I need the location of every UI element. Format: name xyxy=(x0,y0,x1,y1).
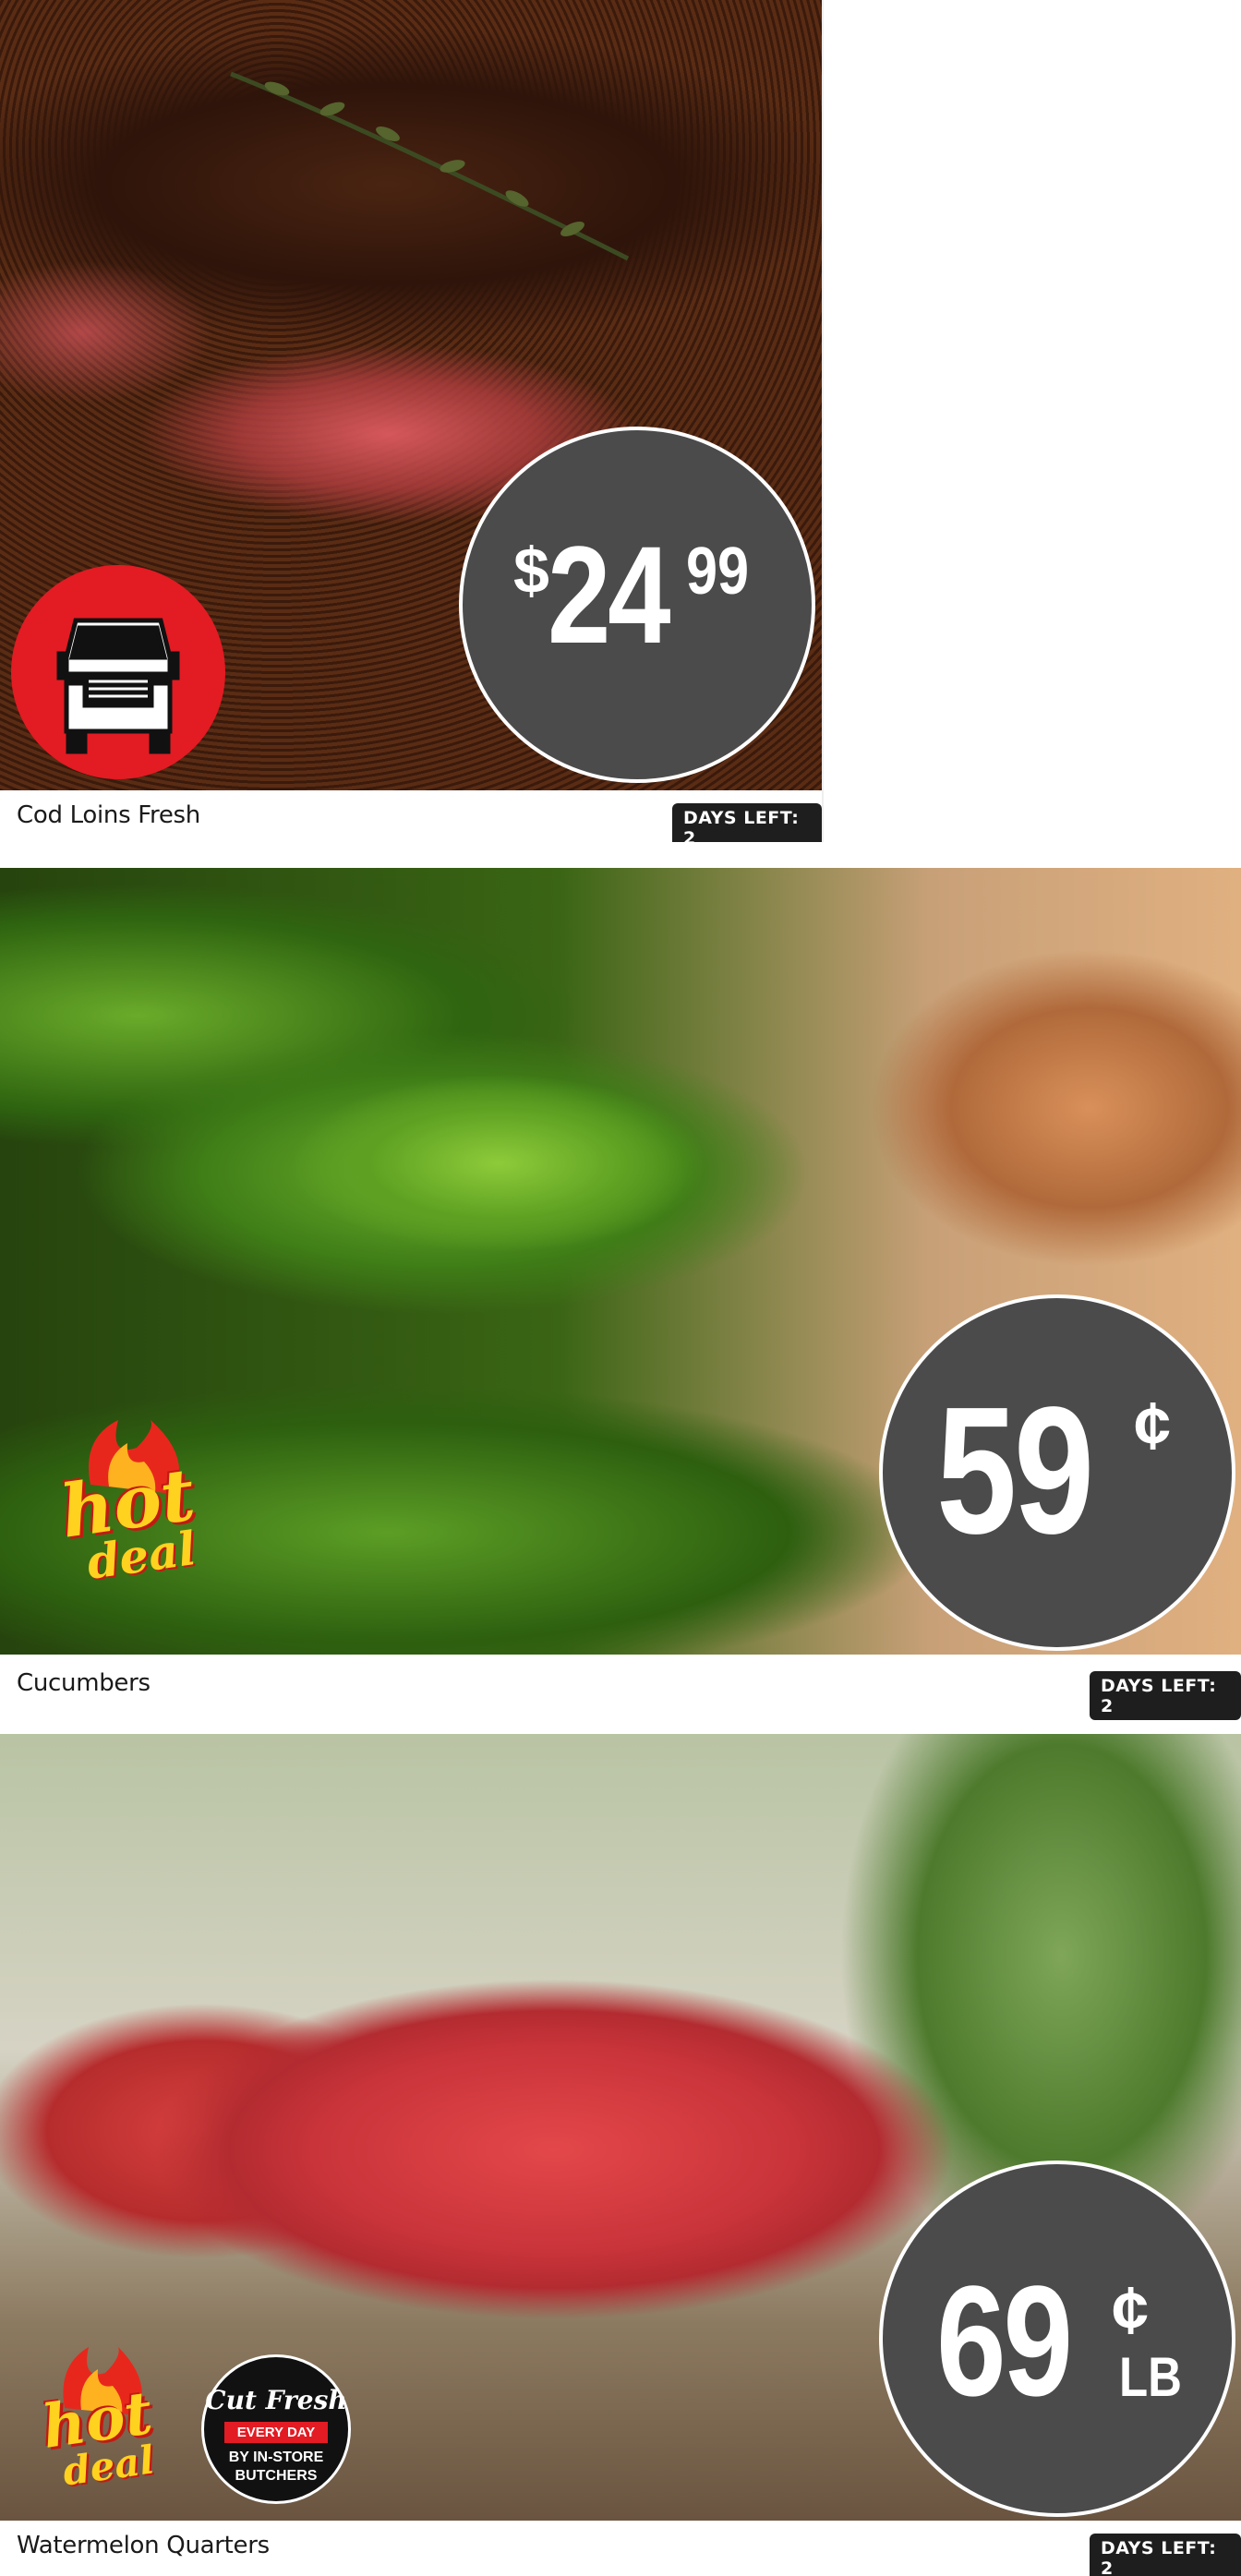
product-image[interactable]: hot deal Cut Fresh EVERY DAY BY IN-STORE… xyxy=(0,1734,1241,2521)
price-cents-sign: ¢ xyxy=(1134,1390,1172,1463)
product-image[interactable]: hot deal 59 ¢ xyxy=(0,868,1241,1655)
product-name: Watermelon Quarters xyxy=(17,2532,270,2559)
product-card-watermelon[interactable]: hot deal Cut Fresh EVERY DAY BY IN-STORE… xyxy=(0,1734,1241,2576)
product-footer: Cucumbers DAYS LEFT: 2 xyxy=(0,1655,1241,1727)
product-card-cod-loins[interactable]: $ 24 99 Cod Loins Fresh DAYS LEFT: 2 xyxy=(0,0,824,842)
price-main: 59 xyxy=(936,1369,1094,1571)
cut-fresh-badge: Cut Fresh EVERY DAY BY IN-STORE BUTCHERS xyxy=(201,2354,351,2504)
days-left-badge: DAYS LEFT: 2 xyxy=(1090,1671,1241,1720)
product-name: Cod Loins Fresh xyxy=(17,801,200,829)
product-image[interactable]: $ 24 99 xyxy=(0,0,822,790)
hot-deal-badge: hot deal xyxy=(54,1420,211,1590)
product-name: Cucumbers xyxy=(17,1669,151,1697)
truck-badge xyxy=(11,565,225,779)
truck-icon xyxy=(56,618,180,754)
cut-fresh-line1: BY IN-STORE xyxy=(228,2450,324,2465)
cut-fresh-ribbon: EVERY DAY xyxy=(224,2422,328,2443)
cut-fresh-title: Cut Fresh xyxy=(205,2385,347,2415)
price-cents: 99 xyxy=(686,535,750,608)
hot-deal-text-deal: deal xyxy=(83,1521,199,1590)
product-card-cucumbers[interactable]: hot deal 59 ¢ Cucumbers DAYS LEFT: 2 xyxy=(0,868,1241,1727)
price-unit: LB xyxy=(1119,2346,1182,2408)
days-left-badge: DAYS LEFT: 2 xyxy=(1090,2534,1241,2576)
price-main: 69 xyxy=(936,2254,1073,2429)
cut-fresh-line2: BUTCHERS xyxy=(235,2468,318,2484)
price-circle: $ 24 99 xyxy=(459,427,815,783)
price-dollars: 24 xyxy=(548,517,671,672)
price-cents-sign: ¢ xyxy=(1112,2274,1150,2348)
price-symbol: $ xyxy=(513,535,549,607)
product-footer: Watermelon Quarters DAYS LEFT: 2 xyxy=(0,2521,1241,2576)
price-circle: 59 ¢ xyxy=(879,1294,1235,1651)
hot-deal-badge: hot deal xyxy=(37,2347,166,2504)
product-footer: Cod Loins Fresh DAYS LEFT: 2 xyxy=(0,790,822,842)
days-left-badge: DAYS LEFT: 2 xyxy=(672,803,822,842)
price-circle: 69 ¢ LB xyxy=(879,2161,1235,2517)
